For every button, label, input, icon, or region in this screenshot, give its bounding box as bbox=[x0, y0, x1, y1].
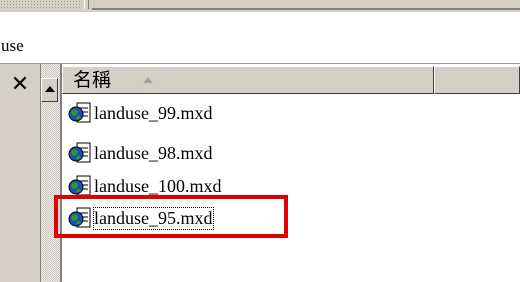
file-item[interactable]: landuse_99.mxd bbox=[68, 101, 213, 125]
column-header-next[interactable] bbox=[434, 66, 520, 94]
address-bar[interactable]: use bbox=[0, 12, 520, 64]
toolbar-grip-handle[interactable] bbox=[84, 0, 89, 9]
file-list: landuse_99.mxd landuse_98.mxd landuse_10… bbox=[62, 98, 520, 282]
file-name: landuse_98.mxd bbox=[94, 142, 213, 163]
left-pane: ✕ bbox=[0, 64, 60, 282]
address-text: use bbox=[1, 36, 24, 55]
file-name: landuse_99.mxd bbox=[94, 102, 213, 123]
column-header-bar: 名稱 bbox=[62, 66, 520, 96]
toolbar-divider bbox=[92, 8, 520, 10]
sort-ascending-icon bbox=[143, 77, 153, 83]
mxd-map-document-icon bbox=[68, 175, 91, 196]
toolbar-grip-dots bbox=[0, 0, 82, 9]
mxd-map-document-icon bbox=[68, 102, 91, 123]
file-name: landuse_100.mxd bbox=[94, 175, 222, 196]
column-header-name-label: 名稱 bbox=[73, 69, 112, 91]
close-icon[interactable]: ✕ bbox=[0, 66, 40, 104]
scroll-up-button[interactable] bbox=[41, 78, 58, 102]
mxd-map-document-icon bbox=[68, 142, 91, 163]
file-item[interactable]: landuse_98.mxd bbox=[68, 141, 213, 165]
column-header-name[interactable]: 名稱 bbox=[62, 66, 434, 94]
left-pane-scrollbar[interactable] bbox=[40, 64, 60, 282]
scroll-up-arrow-icon bbox=[45, 86, 55, 92]
red-highlight-box bbox=[54, 195, 288, 238]
